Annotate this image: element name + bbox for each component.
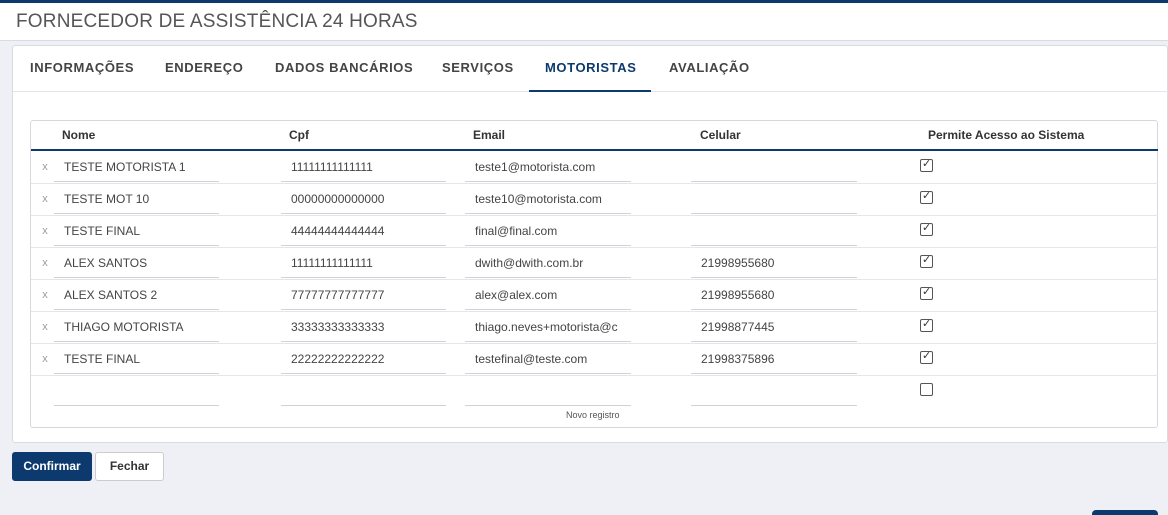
tab-bar: INFORMAÇÕES ENDEREÇO DADOS BANCÁRIOS SER… bbox=[13, 46, 1168, 92]
delete-row-icon[interactable]: x bbox=[40, 257, 50, 269]
check-icon: ✓ bbox=[922, 318, 932, 330]
check-icon: ✓ bbox=[922, 350, 932, 362]
name-field[interactable]: THIAGO MOTORISTA bbox=[54, 314, 219, 342]
access-checkbox[interactable]: ✓ bbox=[920, 222, 933, 236]
email-field[interactable]: thiago.neves+motorista@c bbox=[465, 314, 631, 342]
new-record-label: Novo registro bbox=[566, 410, 620, 420]
phone-field[interactable] bbox=[691, 378, 857, 406]
check-icon: ✓ bbox=[922, 254, 932, 266]
check-icon: ✓ bbox=[922, 286, 932, 298]
email-field[interactable]: testefinal@teste.com bbox=[465, 346, 631, 374]
cpf-field[interactable]: 00000000000000 bbox=[281, 186, 446, 214]
cpf-field[interactable]: 11111111111111 bbox=[281, 154, 446, 182]
name-field[interactable]: TESTE MOT 10 bbox=[54, 186, 219, 214]
phone-field[interactable]: 21998955680 bbox=[691, 282, 857, 310]
access-checkbox[interactable]: ✓ bbox=[920, 190, 933, 204]
delete-row-icon[interactable]: x bbox=[40, 321, 50, 333]
delete-row-icon[interactable]: x bbox=[40, 289, 50, 301]
table-row: x TESTE MOTORISTA 1 11111111111111 teste1@m… bbox=[31, 152, 1158, 184]
email-field[interactable]: alex@alex.com bbox=[465, 282, 631, 310]
name-field[interactable]: TESTE FINAL bbox=[54, 218, 219, 246]
name-field[interactable]: TESTE FINAL bbox=[54, 346, 219, 374]
cpf-field[interactable]: 11111111111111 bbox=[281, 250, 446, 278]
email-field[interactable]: teste1@motorista.com bbox=[465, 154, 631, 182]
name-field[interactable]: ALEX SANTOS bbox=[54, 250, 219, 278]
access-checkbox[interactable]: ✓ bbox=[920, 158, 933, 172]
delete-row-icon[interactable]: x bbox=[40, 225, 50, 237]
phone-field[interactable] bbox=[691, 154, 857, 182]
check-icon: ✓ bbox=[922, 190, 932, 202]
page-title: FORNECEDOR DE ASSISTÊNCIA 24 HORAS bbox=[16, 11, 418, 32]
access-checkbox[interactable] bbox=[920, 383, 933, 396]
tab-dados-bancarios[interactable]: DADOS BANCÁRIOS bbox=[259, 46, 429, 92]
corner-button-edge bbox=[1092, 510, 1158, 515]
delete-row-icon[interactable]: x bbox=[40, 353, 50, 365]
drivers-grid: Nome Cpf Email Celular Permite Acesso ao… bbox=[30, 120, 1158, 428]
access-checkbox[interactable]: ✓ bbox=[920, 254, 933, 268]
grid-header: Nome Cpf Email Celular Permite Acesso ao… bbox=[31, 121, 1158, 151]
tab-endereco[interactable]: ENDEREÇO bbox=[149, 46, 259, 92]
column-header-cpf: Cpf bbox=[289, 128, 309, 142]
tab-informacoes[interactable]: INFORMAÇÕES bbox=[14, 46, 150, 92]
phone-field[interactable] bbox=[691, 218, 857, 246]
email-field[interactable]: teste10@motorista.com bbox=[465, 186, 631, 214]
email-field[interactable]: dwith@dwith.com.br bbox=[465, 250, 631, 278]
table-row: x THIAGO MOTORISTA 33333333333333 thiago.ne… bbox=[31, 312, 1158, 344]
column-header-acesso: Permite Acesso ao Sistema bbox=[928, 128, 1085, 142]
email-field[interactable]: final@final.com bbox=[465, 218, 631, 246]
phone-field[interactable]: 21998877445 bbox=[691, 314, 857, 342]
check-icon: ✓ bbox=[922, 158, 932, 170]
page-header: FORNECEDOR DE ASSISTÊNCIA 24 HORAS bbox=[0, 3, 1168, 41]
table-row: x ALEX SANTOS 11111111111111 dwith@dwith.co… bbox=[31, 248, 1158, 280]
new-record-row bbox=[31, 376, 1158, 408]
cpf-field[interactable]: 22222222222222 bbox=[281, 346, 446, 374]
name-field[interactable]: TESTE MOTORISTA 1 bbox=[54, 154, 219, 182]
column-header-celular: Celular bbox=[700, 128, 741, 142]
phone-field[interactable] bbox=[691, 186, 857, 214]
tab-avaliacao[interactable]: AVALIAÇÃO bbox=[653, 46, 766, 92]
tab-motoristas[interactable]: MOTORISTAS bbox=[529, 46, 651, 92]
delete-row-icon[interactable]: x bbox=[40, 193, 50, 205]
column-header-nome: Nome bbox=[62, 128, 96, 142]
access-checkbox[interactable]: ✓ bbox=[920, 318, 933, 332]
table-row: x ALEX SANTOS 2 77777777777777 alex@alex.co… bbox=[31, 280, 1158, 312]
delete-row-icon[interactable]: x bbox=[40, 161, 50, 173]
cpf-field[interactable]: 33333333333333 bbox=[281, 314, 446, 342]
name-field[interactable]: ALEX SANTOS 2 bbox=[54, 282, 219, 310]
check-icon: ✓ bbox=[922, 222, 932, 234]
column-header-email: Email bbox=[473, 128, 506, 142]
close-button[interactable]: Fechar bbox=[95, 452, 164, 481]
email-field[interactable] bbox=[465, 378, 631, 406]
cpf-field[interactable] bbox=[281, 378, 446, 406]
tab-servicos[interactable]: SERVIÇOS bbox=[426, 46, 530, 92]
name-field[interactable] bbox=[54, 378, 219, 406]
phone-field[interactable]: 21998375896 bbox=[691, 346, 857, 374]
confirm-button[interactable]: Confirmar bbox=[12, 452, 92, 481]
content-panel: INFORMAÇÕES ENDEREÇO DADOS BANCÁRIOS SER… bbox=[12, 45, 1168, 443]
table-row: x TESTE FINAL 22222222222222 testefinal@tes… bbox=[31, 344, 1158, 376]
cpf-field[interactable]: 77777777777777 bbox=[281, 282, 446, 310]
access-checkbox[interactable]: ✓ bbox=[920, 286, 933, 300]
access-checkbox[interactable]: ✓ bbox=[920, 350, 933, 364]
cpf-field[interactable]: 44444444444444 bbox=[281, 218, 446, 246]
table-row: x TESTE MOT 10 00000000000000 teste10@motor… bbox=[31, 184, 1158, 216]
table-row: x TESTE FINAL 44444444444444 final@final.co… bbox=[31, 216, 1158, 248]
phone-field[interactable]: 21998955680 bbox=[691, 250, 857, 278]
